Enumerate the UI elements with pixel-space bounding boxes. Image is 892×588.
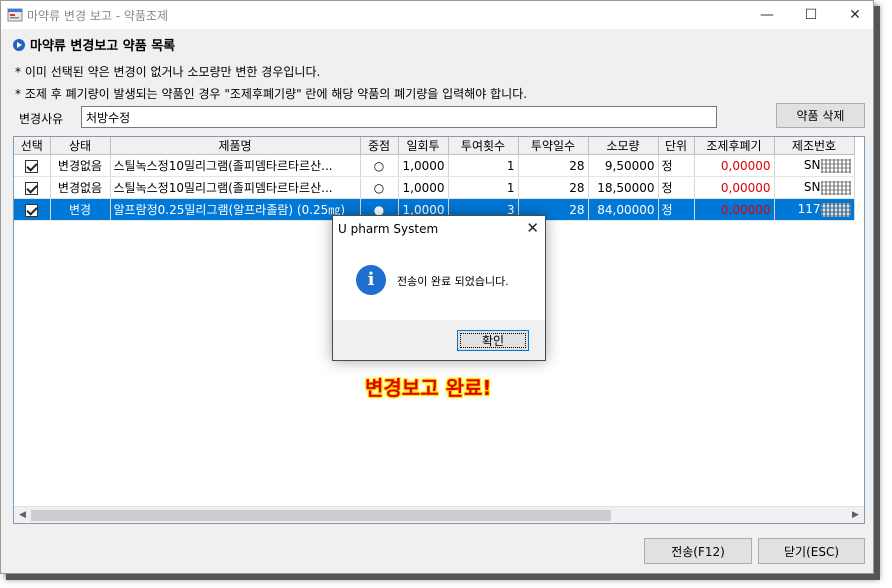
row-dose-days: 28 bbox=[518, 154, 589, 177]
row-single-dose: 1,0000 bbox=[398, 154, 449, 177]
col-select[interactable]: 선택 bbox=[14, 137, 51, 155]
close-window-button[interactable]: ✕ bbox=[834, 1, 876, 29]
row-dose-times: 1 bbox=[448, 176, 519, 199]
row-focus-mark: ○ bbox=[360, 176, 399, 199]
row-product-name: 스틸녹스정10밀리그램(졸피뎀타르타르산... bbox=[110, 176, 361, 199]
note-selected-items: * 이미 선택된 약은 변경이 없거나 소모량만 변한 경우입니다. bbox=[15, 65, 321, 79]
row-lot-number: SN bbox=[774, 154, 855, 177]
row-lot-number: SN bbox=[774, 176, 855, 199]
row-lot-number: 117 bbox=[774, 198, 855, 221]
delete-drug-button[interactable]: 약품 삭제 bbox=[776, 103, 865, 128]
mosaic-mask bbox=[820, 202, 851, 217]
dialog-title: U pharm System bbox=[338, 222, 439, 236]
section-title: 마약류 변경보고 약품 목록 bbox=[13, 35, 175, 54]
row-product-name: 스틸녹스정10밀리그램(졸피뎀타르타르산... bbox=[110, 154, 361, 177]
table-row[interactable]: 변경없음 스틸녹스정10밀리그램(졸피뎀타르타르산... ○ 1,0000 1 … bbox=[14, 176, 855, 199]
dialog-body: i 전송이 완료 되었습니다. bbox=[333, 242, 545, 320]
row-waste[interactable]: 0,00000 bbox=[694, 154, 775, 177]
row-status: 변경없음 bbox=[50, 176, 111, 199]
play-bullet-icon bbox=[13, 38, 25, 51]
dialog-close-icon[interactable]: ✕ bbox=[526, 219, 539, 237]
col-product-name[interactable]: 제품명 bbox=[110, 137, 361, 155]
app-icon bbox=[7, 8, 23, 22]
col-dose-times[interactable]: 투여횟수 bbox=[448, 137, 519, 155]
drug-table: 선택 상태 제품명 중점 일회투 투여횟수 투약일수 소모량 단위 조제후폐기 … bbox=[14, 137, 855, 221]
horizontal-scrollbar[interactable]: ◀ ▶ bbox=[14, 506, 864, 523]
maximize-button[interactable]: ☐ bbox=[790, 1, 832, 29]
row-dose-days: 28 bbox=[518, 176, 589, 199]
row-usage: 84,00000 bbox=[588, 198, 659, 221]
send-button[interactable]: 전송(F12) bbox=[644, 538, 752, 564]
col-usage[interactable]: 소모량 bbox=[588, 137, 659, 155]
col-lot-number[interactable]: 제조번호 bbox=[774, 137, 855, 155]
col-waste[interactable]: 조제후폐기 bbox=[694, 137, 775, 155]
col-focus[interactable]: 중점 bbox=[360, 137, 399, 155]
col-unit[interactable]: 단위 bbox=[658, 137, 695, 155]
scroll-thumb[interactable] bbox=[31, 510, 611, 521]
section-title-text: 마약류 변경보고 약품 목록 bbox=[30, 39, 176, 54]
table-row[interactable]: 변경없음 스틸녹스정10밀리그램(졸피뎀타르타르산... ○ 1,0000 1 … bbox=[14, 154, 855, 177]
scroll-left-arrow-icon[interactable]: ◀ bbox=[14, 507, 31, 523]
row-select-checkbox[interactable] bbox=[25, 181, 39, 195]
col-single-dose[interactable]: 일회투 bbox=[398, 137, 449, 155]
row-select-checkbox[interactable] bbox=[25, 159, 39, 173]
scroll-right-arrow-icon[interactable]: ▶ bbox=[847, 507, 864, 523]
col-dose-days[interactable]: 투약일수 bbox=[518, 137, 589, 155]
row-focus-mark: ○ bbox=[360, 154, 399, 177]
mosaic-mask bbox=[820, 158, 851, 173]
row-single-dose: 1,0000 bbox=[398, 176, 449, 199]
row-unit: 정 bbox=[658, 154, 695, 177]
row-waste[interactable]: 0,00000 bbox=[694, 198, 775, 221]
mosaic-mask bbox=[820, 180, 851, 195]
col-status[interactable]: 상태 bbox=[50, 137, 111, 155]
completion-overlay-text: 변경보고 완료! bbox=[365, 376, 492, 400]
info-icon: i bbox=[356, 265, 386, 295]
row-product-name: 알프람정0.25밀리그램(알프라졸람) (0.25㎎) bbox=[110, 198, 361, 221]
title-bar: 마약류 변경 보고 - 약품조제 — ☐ ✕ bbox=[1, 1, 873, 29]
message-dialog: U pharm System ✕ i 전송이 완료 되었습니다. 확인 bbox=[332, 215, 546, 361]
row-unit: 정 bbox=[658, 198, 695, 221]
dialog-message: 전송이 완료 되었습니다. bbox=[397, 275, 509, 288]
minimize-button[interactable]: — bbox=[746, 1, 788, 29]
change-reason-input[interactable] bbox=[81, 106, 717, 128]
dialog-title-bar: U pharm System ✕ bbox=[333, 216, 545, 242]
close-button[interactable]: 닫기(ESC) bbox=[758, 538, 865, 564]
ok-button[interactable]: 확인 bbox=[457, 330, 529, 351]
window-title: 마약류 변경 보고 - 약품조제 bbox=[27, 9, 169, 23]
note-waste-amount: * 조제 후 폐기량이 발생되는 약품인 경우 "조제후폐기량" 란에 해당 약… bbox=[15, 87, 528, 101]
table-header-row: 선택 상태 제품명 중점 일회투 투여횟수 투약일수 소모량 단위 조제후폐기 … bbox=[14, 137, 855, 155]
row-status: 변경없음 bbox=[50, 154, 111, 177]
row-dose-times: 1 bbox=[448, 154, 519, 177]
change-reason-label: 변경사유 bbox=[19, 112, 64, 126]
row-unit: 정 bbox=[658, 176, 695, 199]
row-status: 변경 bbox=[50, 198, 111, 221]
row-usage: 9,50000 bbox=[588, 154, 659, 177]
row-waste[interactable]: 0,00000 bbox=[694, 176, 775, 199]
row-select-checkbox[interactable] bbox=[25, 203, 39, 217]
row-usage: 18,50000 bbox=[588, 176, 659, 199]
